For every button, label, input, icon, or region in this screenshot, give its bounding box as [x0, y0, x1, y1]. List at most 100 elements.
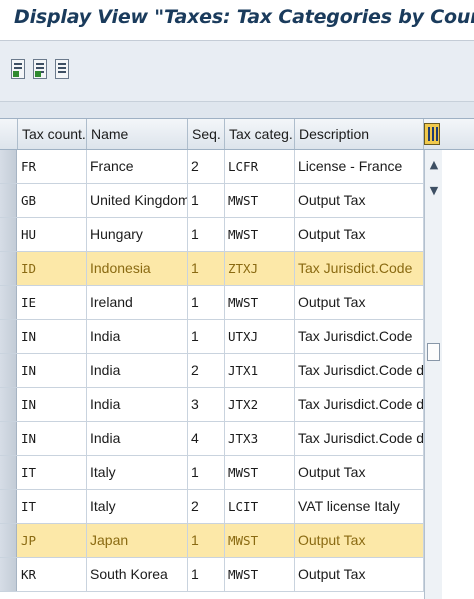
- table-row[interactable]: FR France 2 LCFR License - France: [0, 150, 424, 184]
- table-row[interactable]: IN India 3 JTX2 Tax Jurisdict.Code d: [0, 388, 424, 422]
- cell-tax-country: GB: [18, 184, 87, 217]
- cell-seq: 1: [188, 218, 225, 251]
- row-selector[interactable]: [0, 490, 17, 523]
- cell-tax-country: IE: [18, 286, 87, 319]
- cell-description: Tax Jurisdict.Code d: [295, 388, 424, 421]
- row-selector[interactable]: [0, 252, 17, 285]
- row-selector[interactable]: [0, 218, 17, 251]
- cell-description: Output Tax: [295, 558, 424, 591]
- header-selector[interactable]: [0, 119, 18, 149]
- cell-name: India: [87, 320, 188, 353]
- cell-description: Output Tax: [295, 524, 424, 557]
- cell-description: Output Tax: [295, 218, 424, 251]
- scrollbar-thumb[interactable]: [427, 343, 440, 361]
- cell-name: Ireland: [87, 286, 188, 319]
- cell-name: India: [87, 388, 188, 421]
- table-row[interactable]: IT Italy 2 LCIT VAT license Italy: [0, 490, 424, 524]
- tax-categories-table: Tax count. Name Seq. Tax categ. Descript…: [0, 118, 474, 599]
- table-row[interactable]: GB United Kingdom 1 MWST Output Tax: [0, 184, 424, 218]
- cell-tax-category: MWST: [225, 218, 295, 251]
- table-row[interactable]: ID Indonesia 1 ZTXJ Tax Jurisdict.Code: [0, 252, 424, 286]
- cell-tax-category: MWST: [225, 286, 295, 319]
- cell-name: South Korea: [87, 558, 188, 591]
- table-row[interactable]: IN India 1 UTXJ Tax Jurisdict.Code: [0, 320, 424, 354]
- cell-seq: 2: [188, 354, 225, 387]
- cell-name: India: [87, 354, 188, 387]
- cell-tax-country: IN: [18, 422, 87, 455]
- column-settings-icon[interactable]: [424, 123, 440, 145]
- column-header-seq[interactable]: Seq.: [188, 119, 225, 149]
- cell-name: Indonesia: [87, 252, 188, 285]
- cell-tax-country: IT: [18, 490, 87, 523]
- row-selector[interactable]: [0, 354, 17, 387]
- row-selector[interactable]: [0, 524, 17, 557]
- cell-seq: 1: [188, 252, 225, 285]
- cell-tax-category: LCFR: [225, 150, 295, 183]
- row-selector[interactable]: [0, 558, 17, 591]
- cell-seq: 1: [188, 320, 225, 353]
- column-header-tax-category[interactable]: Tax categ.: [225, 119, 295, 149]
- cell-tax-country: ID: [18, 252, 87, 285]
- cell-name: France: [87, 150, 188, 183]
- column-header-description[interactable]: Description: [295, 119, 424, 149]
- deselect-all-icon[interactable]: [55, 59, 69, 79]
- right-pane: [442, 150, 474, 599]
- cell-description: Tax Jurisdict.Code d: [295, 354, 424, 387]
- column-header-name[interactable]: Name: [87, 119, 188, 149]
- row-selector[interactable]: [0, 388, 17, 421]
- cell-seq: 2: [188, 490, 225, 523]
- application-toolbar: [0, 41, 474, 102]
- cell-description: VAT license Italy: [295, 490, 424, 523]
- cell-name: Italy: [87, 456, 188, 489]
- cell-tax-country: FR: [18, 150, 87, 183]
- table-row[interactable]: IT Italy 1 MWST Output Tax: [0, 456, 424, 490]
- table-row[interactable]: JP Japan 1 MWST Output Tax: [0, 524, 424, 558]
- cell-tax-country: IT: [18, 456, 87, 489]
- cell-seq: 2: [188, 150, 225, 183]
- cell-tax-category: JTX1: [225, 354, 295, 387]
- cell-seq: 4: [188, 422, 225, 455]
- cell-tax-country: HU: [18, 218, 87, 251]
- row-selector[interactable]: [0, 150, 17, 183]
- cell-tax-country: IN: [18, 354, 87, 387]
- cell-tax-category: UTXJ: [225, 320, 295, 353]
- row-selector[interactable]: [0, 184, 17, 217]
- scroll-down-icon[interactable]: ▼: [427, 184, 441, 198]
- select-block-icon[interactable]: [33, 59, 47, 79]
- cell-description: Output Tax: [295, 286, 424, 319]
- vertical-scrollbar[interactable]: ▲ ▼: [424, 150, 442, 599]
- cell-tax-category: MWST: [225, 184, 295, 217]
- table-row[interactable]: IE Ireland 1 MWST Output Tax: [0, 286, 424, 320]
- cell-seq: 3: [188, 388, 225, 421]
- table-row[interactable]: IN India 4 JTX3 Tax Jurisdict.Code d: [0, 422, 424, 456]
- cell-description: Tax Jurisdict.Code: [295, 252, 424, 285]
- select-all-icon[interactable]: [11, 59, 25, 79]
- scroll-up-icon[interactable]: ▲: [427, 158, 441, 172]
- window-title: Display View "Taxes: Tax Categories by C…: [14, 6, 474, 28]
- cell-description: License - France: [295, 150, 424, 183]
- cell-description: Output Tax: [295, 184, 424, 217]
- column-header-tax-country[interactable]: Tax count.: [18, 119, 87, 149]
- cell-seq: 1: [188, 456, 225, 489]
- cell-tax-category: MWST: [225, 456, 295, 489]
- row-selector[interactable]: [0, 286, 17, 319]
- cell-name: India: [87, 422, 188, 455]
- row-selector[interactable]: [0, 320, 17, 353]
- title-bar: Display View "Taxes: Tax Categories by C…: [0, 0, 474, 41]
- table-row[interactable]: HU Hungary 1 MWST Output Tax: [0, 218, 424, 252]
- cell-description: Tax Jurisdict.Code: [295, 320, 424, 353]
- table-row[interactable]: IN India 2 JTX1 Tax Jurisdict.Code d: [0, 354, 424, 388]
- cell-seq: 1: [188, 558, 225, 591]
- cell-name: Hungary: [87, 218, 188, 251]
- row-selector[interactable]: [0, 456, 17, 489]
- cell-tax-category: MWST: [225, 524, 295, 557]
- cell-tax-category: JTX3: [225, 422, 295, 455]
- cell-seq: 1: [188, 286, 225, 319]
- cell-tax-country: IN: [18, 320, 87, 353]
- cell-tax-category: LCIT: [225, 490, 295, 523]
- table-row[interactable]: KR South Korea 1 MWST Output Tax: [0, 558, 424, 592]
- cell-description: Output Tax: [295, 456, 424, 489]
- cell-tax-category: ZTXJ: [225, 252, 295, 285]
- row-selector[interactable]: [0, 422, 17, 455]
- cell-description: Tax Jurisdict.Code d: [295, 422, 424, 455]
